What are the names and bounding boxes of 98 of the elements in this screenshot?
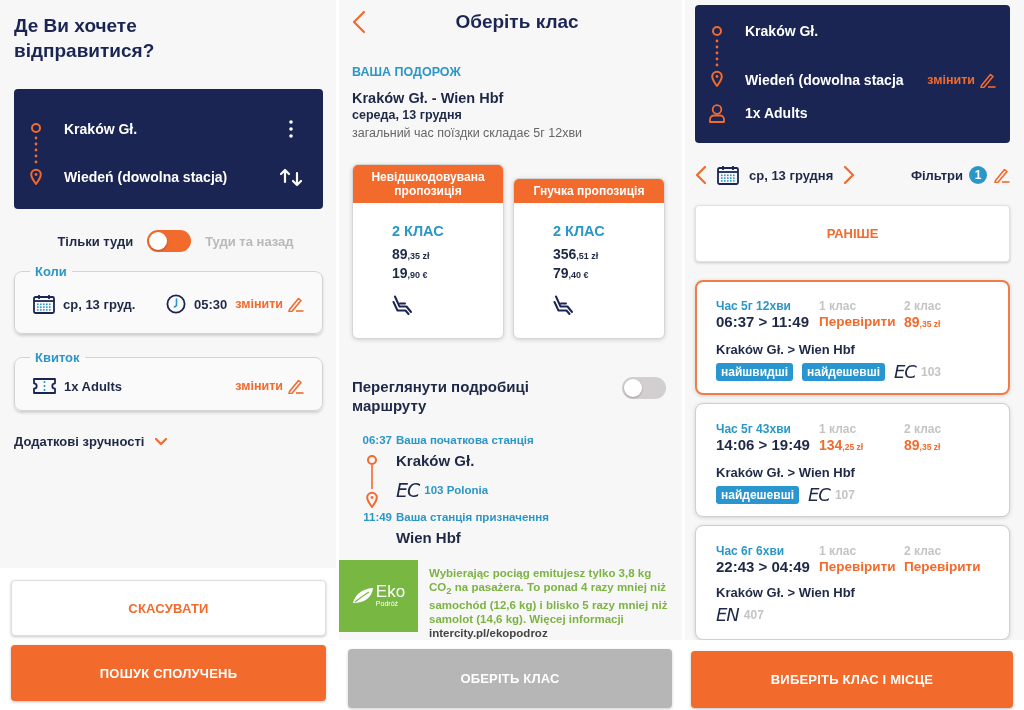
eco-info-text: Wybierając pociąg emitujesz tylko 3,8 kg CO$_{2}$ na pasażera. To ponad 4 razy mniej niż samochód (12,6 kg) i blisko 5 razy mniej niż samolot (14,6 kg). Więcej informacji intercity.pl/ekopodroz: [429, 565, 668, 640]
screen-title: Де Ви хочете відправитися?: [14, 14, 156, 63]
pencil-icon: [287, 296, 304, 312]
pencil-icon: [979, 72, 996, 88]
ticket-icon: [33, 377, 56, 395]
back-icon[interactable]: [352, 10, 366, 34]
class-label: 2 КЛАС: [392, 223, 444, 239]
trip-route: Kraków Gł. > Wien Hbf: [716, 464, 856, 480]
field-legend: Квиток: [30, 350, 85, 365]
train-name: 103 Polonia: [424, 484, 489, 496]
departure-station: Kraków Gł.: [396, 451, 476, 469]
fare-price: 89,35 zł: [904, 313, 941, 332]
trip-type-toggle[interactable]: [147, 230, 192, 252]
train-number: 107: [834, 487, 855, 502]
train-number: 407: [743, 608, 764, 623]
fare-price: 89,35 zł: [904, 435, 941, 455]
pencil-icon: [287, 378, 304, 394]
arrival-station: Wien Hbf: [396, 528, 462, 546]
ticket-field[interactable]: Квиток 1x Adults змінити: [14, 350, 323, 411]
time-value: 05:30: [194, 296, 228, 312]
person-icon: [709, 103, 725, 123]
offer-card[interactable]: Гнучка пропозиція 2 КЛАС 356,51 zł 79,40 €: [513, 178, 665, 339]
fare-class-label: 1 клас: [819, 299, 857, 313]
filter-count-badge: 1: [969, 166, 987, 184]
pencil-icon: [993, 167, 1010, 183]
calendar-icon: [33, 294, 55, 314]
offer-card[interactable]: Невідшкодовувана пропозиція 2 КЛАС 89,35 zł 19,90 €: [352, 164, 504, 339]
one-way-label: Тільки туди: [57, 233, 134, 249]
date-value: ср, 13 груд.: [63, 296, 136, 312]
round-trip-label: Туди та назад: [205, 233, 294, 249]
carrier-logo: EC: [396, 480, 420, 500]
trip-tag: найдешевші: [802, 363, 885, 381]
trip-times: 22:43 > 04:49: [716, 558, 810, 577]
clock-icon: [166, 294, 187, 314]
fare-class-label: 1 клас: [819, 421, 857, 436]
connection-card[interactable]: Час 5г 12хви 06:37 > 11:49 1 клас Перевірити 2 клас 89,35 zł Kraków Gł. > Wien Hbf найшвидші найдешевші EC 103: [695, 280, 1010, 395]
offer-price: 19,90 €: [392, 265, 428, 281]
carrier-logo: EC: [808, 485, 830, 504]
more-icon[interactable]: [289, 120, 293, 138]
field-legend: Коли: [30, 264, 72, 279]
trip-route: Kraków Gł. > Wien Hbf: [716, 342, 856, 357]
origin-station: Kraków Gł.: [745, 23, 819, 39]
route-details-toggle[interactable]: [622, 377, 666, 399]
offer-title: Невідшкодовувана пропозиція: [353, 165, 503, 203]
arrival-time: 11:49: [363, 510, 392, 523]
fare-class-label: 2 клас: [904, 544, 942, 559]
offer-price: 89,35 zł: [392, 246, 430, 262]
section-heading: ВАША ПОДОРОЖ: [352, 65, 462, 79]
trip-duration: Час 5г 43хви: [716, 421, 791, 436]
seat-icon: [392, 295, 414, 315]
trip-times: 14:06 > 19:49: [716, 435, 810, 454]
journey-route: Kraków Gł. - Wien Hbf: [352, 90, 505, 106]
arrival-caption: Ваша станція призначення: [396, 510, 550, 523]
screen-title: Оберіть клас: [454, 11, 580, 33]
chevron-right-icon[interactable]: [843, 165, 856, 185]
departure-time: 06:37: [362, 433, 392, 446]
leaf-icon: [351, 587, 374, 605]
swap-icon[interactable]: [279, 167, 303, 187]
fare-class-label: 2 клас: [904, 421, 942, 436]
route-line-icon: [366, 454, 378, 508]
when-field[interactable]: Коли ср, 13 груд. 05:30 змінити: [14, 264, 323, 334]
offer-title: Гнучка пропозиція: [514, 179, 664, 203]
eco-logo-text: Eko: [375, 583, 406, 601]
passengers-value: 1x Adults: [745, 105, 808, 121]
fare-class-label: 2 клас: [904, 299, 942, 313]
class-label: 2 КЛАС: [553, 223, 605, 239]
trip-route: Kraków Gł. > Wien Hbf: [716, 585, 856, 601]
passengers-value: 1x Adults: [64, 378, 123, 394]
journey-duration: загальний час поїздки складає 5г 12хви: [352, 126, 584, 140]
chevron-left-icon[interactable]: [695, 165, 707, 185]
extras-toggle[interactable]: Додаткові зручності: [14, 434, 169, 449]
eco-link[interactable]: intercity.pl/ekopodroz: [429, 627, 548, 639]
destination-station: Wiedeń (dowolna stacja: [745, 72, 904, 88]
route-markers-icon: [711, 24, 723, 87]
departure-caption: Ваша початкова станція: [396, 433, 535, 446]
date-value: ср, 13 грудня: [749, 167, 834, 183]
trip-tag: найдешевші: [716, 485, 799, 504]
carrier-logo: EN: [716, 606, 739, 625]
route-details-label: Переглянути подробиці маршруту: [352, 377, 530, 415]
carrier-logo: EC: [894, 363, 916, 381]
calendar-icon: [717, 165, 739, 185]
offer-price: 356,51 zł: [553, 246, 599, 262]
offer-price: 79,40 €: [553, 265, 589, 281]
trip-duration: Час 5г 12хви: [716, 299, 791, 313]
filters-button[interactable]: Фільтри 1: [910, 166, 1010, 184]
destination-station[interactable]: Wiedeń (dowolna stacja): [64, 169, 228, 185]
train-number: 103: [920, 365, 941, 379]
fare-price: 134,25 zł: [819, 435, 864, 455]
seat-icon: [553, 295, 575, 315]
trip-duration: Час 6г 6хви: [716, 544, 785, 559]
edit-button[interactable]: змінити: [927, 72, 996, 88]
trip-times: 06:37 > 11:49: [716, 313, 809, 331]
route-markers-icon: [30, 121, 42, 185]
trip-tag: найшвидші: [716, 363, 793, 381]
origin-station[interactable]: Kraków Gł.: [64, 121, 138, 137]
fare-class-label: 1 клас: [819, 544, 857, 559]
connection-card[interactable]: Час 5г 43хви 14:06 > 19:49 1 клас 134,25 zł 2 клас 89,35 zł Kraków Gł. > Wien Hbf найдешевші EC 107: [695, 402, 1010, 518]
journey-date: середа, 13 грудня: [352, 108, 463, 122]
